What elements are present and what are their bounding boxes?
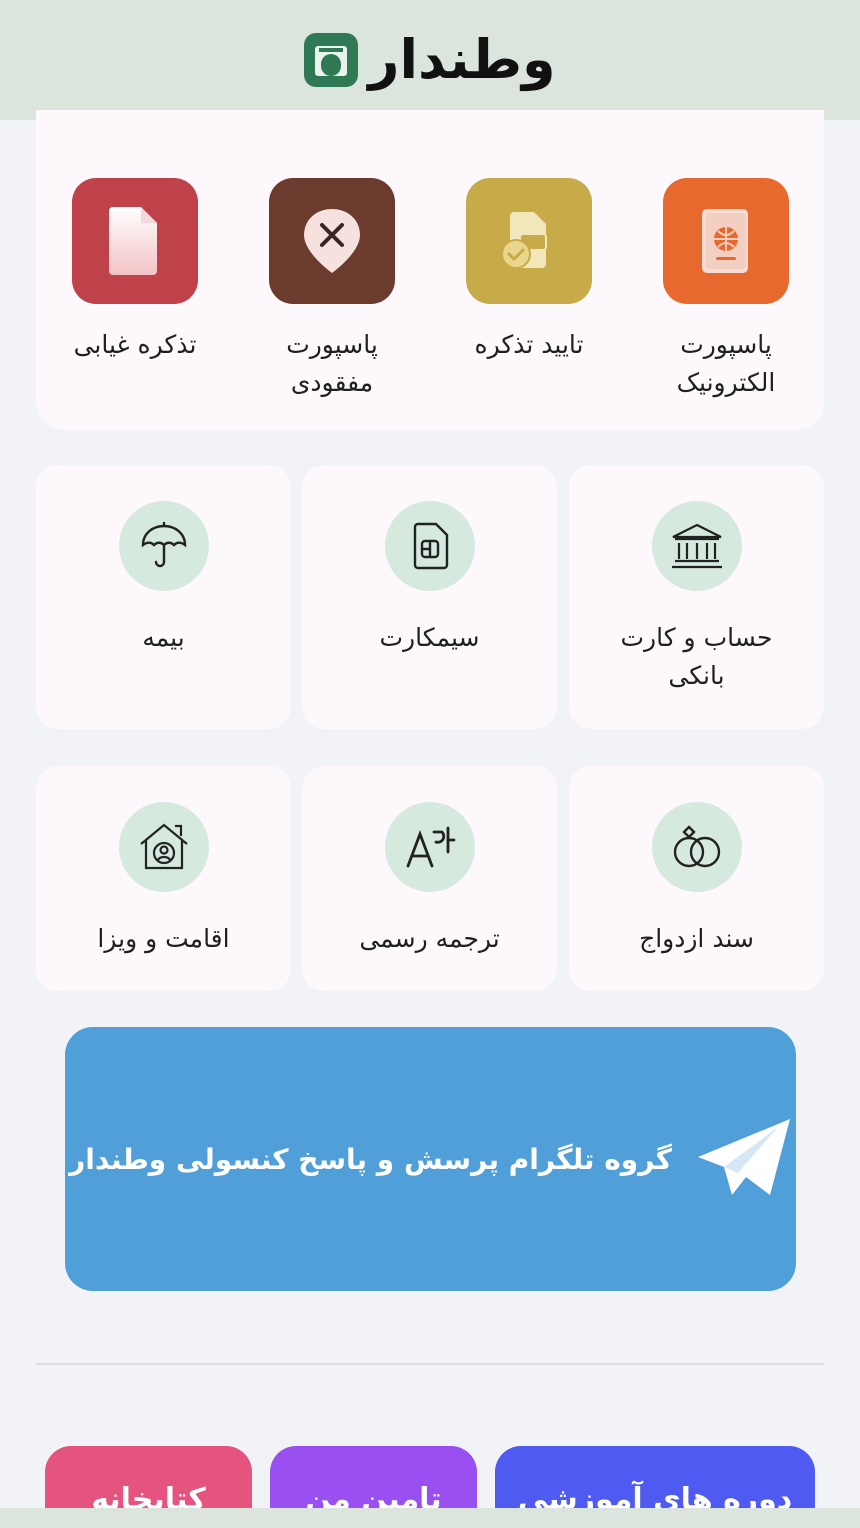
service-card-bank[interactable]: حساب و کارت بانکی	[569, 465, 824, 729]
service-tile-label: پاسپورت الکترونیک	[676, 330, 776, 397]
home-user-icon	[118, 802, 209, 892]
service-card-label: ترجمه رسمی	[359, 924, 500, 953]
lost-location-icon	[269, 178, 395, 304]
translate-icon	[384, 802, 475, 892]
bank-icon	[651, 501, 742, 591]
app-logo[interactable]: وطندار	[304, 28, 558, 91]
service-card-translation[interactable]: ترجمه رسمی	[302, 766, 557, 991]
bottom-nav-bar	[0, 1508, 860, 1528]
service-card-insurance[interactable]: بیمه	[36, 465, 291, 729]
service-tile-e-passport[interactable]: پاسپورت الکترونیک	[626, 178, 826, 402]
sim-card-icon	[384, 501, 475, 591]
service-tile-label: تایید تذکره	[474, 330, 584, 359]
verified-document-icon	[466, 178, 592, 304]
file-icon	[72, 178, 198, 304]
service-tile-label: پاسپورت مفقودی	[286, 330, 378, 397]
service-card-label: سیمکارت	[379, 623, 480, 652]
service-tile-label: تذکره غیابی	[73, 330, 197, 359]
telegram-group-button[interactable]: گروه تلگرام پرسش و پاسخ کنسولی وطندار	[65, 1027, 796, 1291]
telegram-group-label: گروه تلگرام پرسش و پاسخ کنسولی وطندار	[69, 1142, 672, 1176]
service-tile-lost-passport[interactable]: پاسپورت مفقودی	[232, 178, 432, 402]
top-services-card: پاسپورت الکترونیک تایید تذکره پاسپورت مف…	[36, 110, 824, 430]
logo-text: وطندار	[368, 28, 557, 91]
service-card-label: اقامت و ویزا	[97, 924, 230, 953]
service-card-simcard[interactable]: سیمکارت	[302, 465, 557, 729]
section-divider	[36, 1363, 824, 1365]
rings-icon	[651, 802, 742, 892]
service-card-label: بیمه	[142, 623, 185, 652]
logo-badge-icon	[304, 33, 359, 87]
service-tile-absentee-tazkira[interactable]: تذکره غیابی	[35, 178, 235, 364]
umbrella-icon	[118, 501, 209, 591]
service-card-residence[interactable]: اقامت و ویزا	[36, 766, 291, 991]
passport-icon	[663, 178, 789, 304]
app-header: وطندار	[0, 0, 860, 120]
service-tile-verify-tazkira[interactable]: تایید تذکره	[429, 178, 629, 364]
service-card-label: حساب و کارت بانکی	[620, 623, 773, 690]
telegram-icon	[696, 1117, 792, 1201]
service-card-label: سند ازدواج	[639, 924, 754, 953]
service-card-marriage[interactable]: سند ازدواج	[569, 766, 824, 991]
